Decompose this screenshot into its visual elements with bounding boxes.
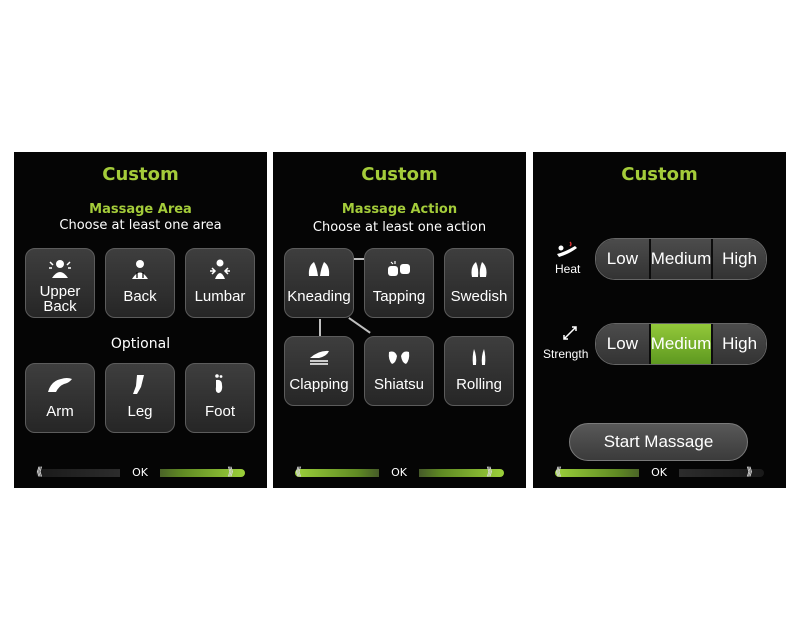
chevron-left-icon: ⟨⟨⟨ [295,465,302,478]
tile-label: Tapping [372,288,426,305]
lumbar-icon [186,258,254,280]
connector-line [354,258,364,260]
panel-title: Custom [621,164,698,185]
tile-label: Clapping [289,376,349,393]
tile-label: Foot [204,403,235,420]
swedish-icon [445,258,513,280]
clapping-button[interactable]: Clapping [284,336,354,406]
connector-line [348,317,371,334]
chevron-left-icon: ⟨⟨⟨ [36,465,43,478]
strength-low-option[interactable]: Low [596,324,651,364]
shiatsu-icon [365,346,433,368]
lumbar-button[interactable]: Lumbar [185,248,255,318]
tile-label: Arm [46,403,74,420]
rolling-icon [445,346,513,368]
shiatsu-button[interactable]: Shiatsu [364,336,434,406]
kneading-icon [285,258,353,280]
strength-label: Strength [543,347,589,361]
panel-title: Custom [102,164,179,185]
heat-icon [555,240,579,262]
clapping-icon [285,346,353,368]
massage-area-panel: Custom Massage Area Choose at least one … [14,152,267,488]
leg-button[interactable]: Leg [105,363,175,433]
leg-icon [106,373,174,395]
upper-back-button[interactable]: Upper Back [25,248,95,318]
strength-high-option[interactable]: High [713,324,766,364]
tile-label: Rolling [456,376,502,393]
heat-low-option[interactable]: Low [596,239,651,279]
tapping-button[interactable]: Tapping [364,248,434,318]
heat-selector: Low Medium High [595,238,767,280]
tile-label: Lumbar [194,288,246,305]
massage-area-heading: Massage Area [89,202,192,217]
area-instruction: Choose at least one area [59,218,222,233]
tapping-icon [365,258,433,280]
arm-button[interactable]: Arm [25,363,95,433]
tile-label: Upper Back [39,283,81,315]
strength-icon [561,324,579,346]
chevron-right-icon: ⟩⟩⟩ [746,465,753,478]
foot-icon [186,373,254,395]
chevron-right-icon: ⟩⟩⟩ [227,465,234,478]
action-instruction: Choose at least one action [312,220,487,235]
ok-button[interactable]: OK [379,466,419,480]
heat-label: Heat [555,262,581,276]
upper-back-icon [26,258,94,280]
ok-button[interactable]: OK [639,466,679,480]
tile-label: Swedish [450,288,508,305]
panel-title: Custom [361,164,438,185]
foot-button[interactable]: Foot [185,363,255,433]
kneading-button[interactable]: Kneading [284,248,354,318]
swedish-button[interactable]: Swedish [444,248,514,318]
start-massage-button[interactable]: Start Massage [569,423,748,461]
ok-button[interactable]: OK [120,466,160,480]
rolling-button[interactable]: Rolling [444,336,514,406]
chevron-right-icon: ⟩⟩⟩ [486,465,493,478]
massage-action-panel: Custom Massage Action Choose at least on… [273,152,526,488]
strength-selector: Low Medium High [595,323,767,365]
connector-line [319,319,321,337]
arm-icon [26,373,94,395]
settings-panel: Custom Heat Low Medium High Strength Low… [533,152,786,488]
strength-medium-option[interactable]: Medium [650,324,714,364]
tile-label: Back [123,288,157,305]
tile-label: Kneading [287,288,351,305]
heat-medium-option[interactable]: Medium [650,239,714,279]
tile-label: Shiatsu [373,376,425,393]
back-icon [106,258,174,280]
chevron-left-icon: ⟨⟨⟨ [555,465,562,478]
heat-high-option[interactable]: High [713,239,766,279]
optional-label: Optional [110,336,171,352]
tile-label: Leg [127,403,153,420]
massage-action-heading: Massage Action [341,202,458,217]
back-button[interactable]: Back [105,248,175,318]
